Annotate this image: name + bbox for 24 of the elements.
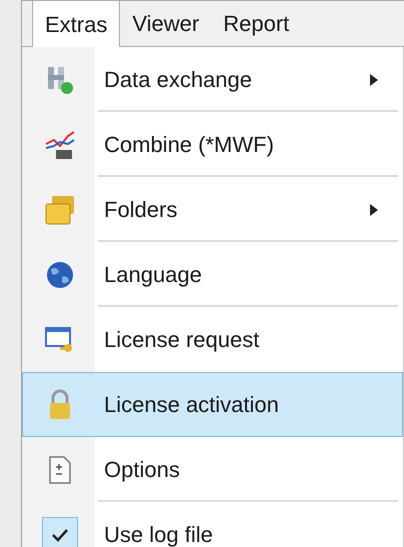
chart-combine-icon — [44, 130, 76, 160]
menu-item-label: License activation — [104, 391, 279, 419]
menu-item-label: Language — [104, 261, 202, 289]
menu-item-label: Combine (*MWF) — [104, 131, 274, 159]
menu-item[interactable]: Language — [22, 242, 403, 307]
checkmark-icon — [50, 528, 68, 542]
menu-item-label: License request — [104, 326, 260, 354]
document-icon — [48, 454, 72, 484]
menu-item-label: Data exchange — [104, 66, 252, 94]
folders-icon — [44, 194, 76, 226]
menu-tab[interactable]: Viewer — [120, 1, 212, 46]
menu-item-label: Use log file — [104, 521, 213, 547]
menu-item-label: Options — [104, 456, 180, 484]
menu-item[interactable]: Combine (*MWF) — [22, 112, 403, 177]
globe-icon — [44, 260, 74, 290]
menu-tab[interactable]: Report — [211, 1, 302, 46]
menu-item[interactable]: Use log file — [22, 502, 403, 547]
menu-tab[interactable]: Extras — [32, 1, 120, 47]
menu-item[interactable]: Data exchange — [22, 47, 403, 112]
menu-item[interactable]: Options — [22, 437, 403, 502]
menu-item-label: Folders — [104, 196, 178, 224]
menu-item[interactable]: License activation — [22, 372, 403, 437]
menu-item[interactable]: Folders — [22, 177, 403, 242]
menu-item[interactable]: License request — [22, 307, 403, 372]
